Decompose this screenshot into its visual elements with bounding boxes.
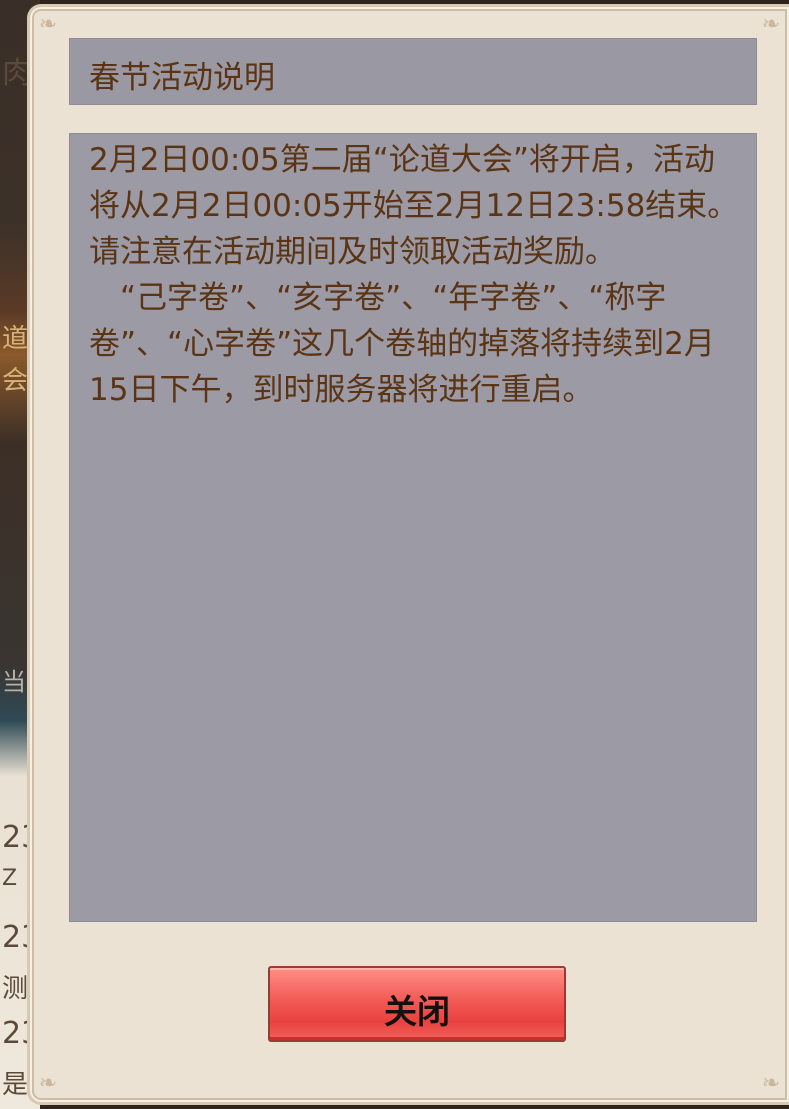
corner-ornament-icon: ❧	[38, 12, 58, 37]
description-paragraph: “己字卷”、“亥字卷”、“年字卷”、“称字卷”、“心字卷”这几个卷轴的掉落将持续…	[89, 280, 715, 408]
background-text: 会	[2, 366, 29, 396]
dialog-title-bar: 春节活动说明	[69, 38, 757, 105]
corner-ornament-icon: ❧	[38, 1071, 58, 1096]
event-description-panel[interactable]: 2月2日00:05第二届“论道大会”将开启，活动将从2月2日00:05开始至2月…	[69, 133, 757, 922]
close-button-label: 关闭	[384, 992, 450, 1031]
background-text: 当	[2, 668, 26, 696]
background-text: Z	[2, 866, 18, 891]
background-text: 测	[2, 974, 29, 1004]
background-text: 是	[2, 1070, 29, 1100]
event-description: 2月2日00:05第二届“论道大会”将开启，活动将从2月2日00:05开始至2月…	[89, 137, 739, 413]
description-paragraph: 2月2日00:05第二届“论道大会”将开启，活动将从2月2日00:05开始至2月…	[89, 142, 739, 270]
dialog-title: 春节活动说明	[89, 60, 275, 96]
corner-ornament-icon: ❧	[761, 12, 781, 37]
background-text: 道	[2, 324, 29, 354]
close-button[interactable]: 关闭	[268, 966, 566, 1042]
corner-ornament-icon: ❧	[761, 1071, 781, 1096]
